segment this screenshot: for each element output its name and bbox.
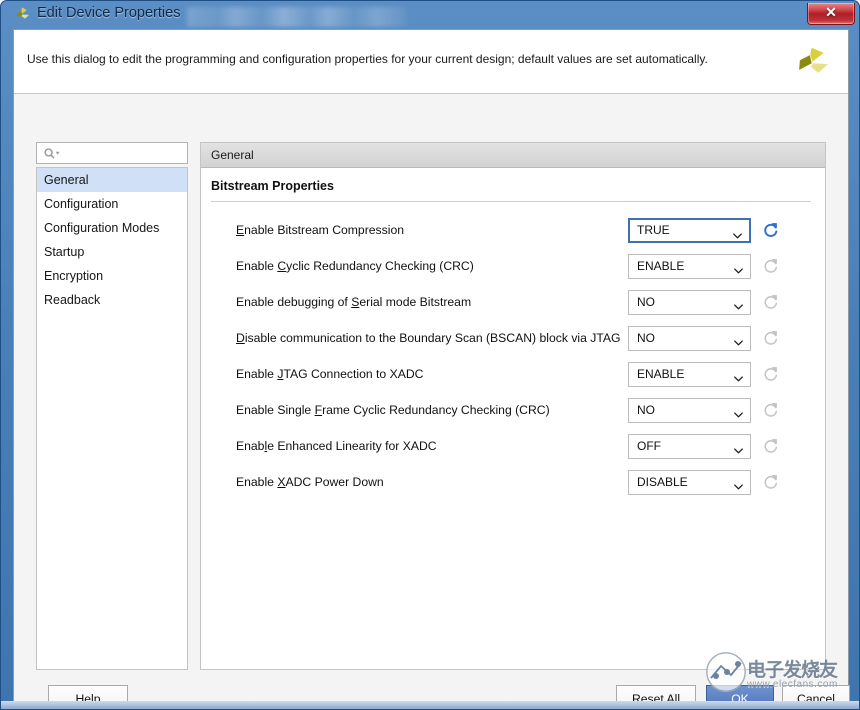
property-row: Enable debugging of Serial mode Bitstrea… — [201, 285, 825, 321]
sidebar-item-readback[interactable]: Readback — [37, 288, 187, 312]
chevron-down-icon — [734, 299, 743, 305]
window-title: Edit Device Properties — [37, 5, 180, 21]
property-row: Enable Bitstream Compression TRUE — [201, 213, 825, 249]
reset-property-refresh-icon[interactable] — [763, 221, 779, 239]
mnemonic-char: l — [264, 439, 267, 453]
property-value-text: ENABLE — [637, 259, 684, 273]
reset-property-refresh-icon — [763, 293, 779, 311]
sidebar-item-label: Startup — [44, 245, 84, 259]
property-label: Enable JTAG Connection to XADC — [236, 367, 423, 381]
xilinx-logo-icon — [13, 6, 31, 23]
xilinx-logo-icon — [792, 44, 830, 81]
search-input[interactable] — [63, 143, 183, 163]
property-label: Enable Single Frame Cyclic Redundancy Ch… — [236, 403, 550, 417]
reset-property-refresh-icon — [763, 365, 779, 383]
sidebar-item-encryption[interactable]: Encryption — [37, 264, 187, 288]
reset-property-refresh-icon — [763, 329, 779, 347]
chevron-down-icon — [734, 407, 743, 413]
property-rows: Enable Bitstream Compression TRUE Enable C… — [201, 213, 825, 501]
window-bottom-chrome — [1, 701, 860, 710]
property-label: Enable debugging of Serial mode Bitstrea… — [236, 295, 471, 309]
property-value-text: NO — [637, 295, 655, 309]
chevron-down-icon — [733, 228, 742, 234]
reset-property-refresh-icon — [763, 473, 779, 491]
chevron-down-icon — [734, 479, 743, 485]
close-icon: ✕ — [808, 4, 854, 21]
banner-description: Use this dialog to edit the programming … — [27, 52, 708, 66]
sidebar-item-label: Encryption — [44, 269, 103, 283]
property-row: Enable Cyclic Redundancy Checking (CRC) E… — [201, 249, 825, 285]
property-value-dropdown[interactable]: TRUE — [628, 218, 751, 243]
property-value-dropdown[interactable]: DISABLE — [628, 470, 751, 495]
property-label: Enable Cyclic Redundancy Checking (CRC) — [236, 259, 474, 273]
section-divider — [211, 201, 811, 202]
mnemonic-char: D — [236, 331, 245, 345]
property-row: Disable communication to the Boundary Sc… — [201, 321, 825, 357]
property-value-dropdown[interactable]: ENABLE — [628, 362, 751, 387]
mnemonic-char: F — [315, 403, 322, 417]
property-label: Enable Enhanced Linearity for XADC — [236, 439, 437, 453]
sidebar-item-label: Configuration Modes — [44, 221, 159, 235]
search-icon — [43, 147, 61, 161]
properties-panel: General Bitstream Properties Enable Bits… — [200, 142, 826, 670]
property-value-text: NO — [637, 403, 655, 417]
mnemonic-char: S — [351, 295, 359, 309]
property-value-text: OFF — [637, 439, 661, 453]
property-value-dropdown[interactable]: OFF — [628, 434, 751, 459]
sidebar-item-label: Readback — [44, 293, 100, 307]
property-value-text: ENABLE — [637, 367, 684, 381]
property-value-text: DISABLE — [637, 475, 688, 489]
title-bar: Edit Device Properties ✕ — [1, 1, 860, 28]
reset-property-refresh-icon — [763, 257, 779, 275]
property-value-text: TRUE — [637, 223, 670, 237]
mnemonic-char: E — [236, 223, 244, 237]
property-value-dropdown[interactable]: NO — [628, 398, 751, 423]
property-label: Disable communication to the Boundary Sc… — [236, 331, 621, 345]
property-row: Enable JTAG Connection to XADC ENABLE — [201, 357, 825, 393]
property-value-text: NO — [637, 331, 655, 345]
mnemonic-char: J — [277, 367, 283, 381]
property-row: Enable Single Frame Cyclic Redundancy Ch… — [201, 393, 825, 429]
dialog-window: Edit Device Properties ✕ Use this dialog… — [0, 0, 860, 710]
sidebar-nav-list: General Configuration Configuration Modes S… — [36, 167, 188, 670]
chevron-down-icon — [734, 443, 743, 449]
panel-header: General — [201, 143, 825, 168]
property-value-dropdown[interactable]: ENABLE — [628, 254, 751, 279]
reset-property-refresh-icon — [763, 437, 779, 455]
property-label: Enable XADC Power Down — [236, 475, 384, 489]
mnemonic-char: X — [277, 475, 285, 489]
property-value-dropdown[interactable]: NO — [628, 326, 751, 351]
titlebar-background-blur — [187, 7, 407, 27]
sidebar-item-general[interactable]: General — [37, 168, 187, 192]
dialog-content: General Configuration Configuration Modes S… — [14, 94, 848, 701]
chevron-down-icon — [734, 335, 743, 341]
chevron-down-icon — [734, 371, 743, 377]
dialog-banner: Use this dialog to edit the programming … — [14, 30, 848, 94]
reset-property-refresh-icon — [763, 401, 779, 419]
sidebar: General Configuration Configuration Modes S… — [36, 142, 188, 670]
search-box[interactable] — [36, 142, 188, 164]
property-value-dropdown[interactable]: NO — [628, 290, 751, 315]
dialog-body: Use this dialog to edit the programming … — [13, 29, 849, 701]
sidebar-item-label: Configuration — [44, 197, 118, 211]
property-label: Enable Bitstream Compression — [236, 223, 404, 237]
chevron-down-icon — [734, 263, 743, 269]
mnemonic-char: C — [277, 259, 286, 273]
property-row: Enable XADC Power Down DISABLE — [201, 465, 825, 501]
property-row: Enable Enhanced Linearity for XADC OFF — [201, 429, 825, 465]
sidebar-item-configuration-modes[interactable]: Configuration Modes — [37, 216, 187, 240]
close-button[interactable]: ✕ — [807, 3, 855, 25]
panel-header-label: General — [211, 148, 254, 162]
sidebar-item-startup[interactable]: Startup — [37, 240, 187, 264]
section-title: Bitstream Properties — [211, 179, 334, 193]
sidebar-item-label: General — [44, 173, 88, 187]
sidebar-item-configuration[interactable]: Configuration — [37, 192, 187, 216]
